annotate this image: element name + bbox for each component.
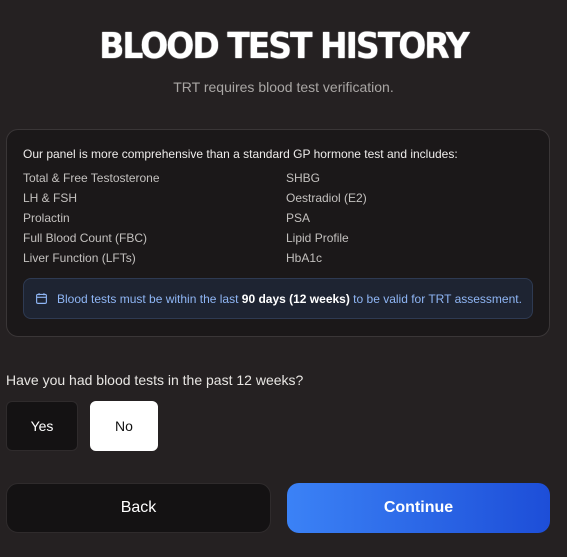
blood-test-question: Have you had blood tests in the past 12 … — [6, 372, 304, 388]
test-item: Total & Free Testosterone — [23, 171, 160, 185]
test-item: Full Blood Count (FBC) — [23, 231, 148, 245]
test-item: Prolactin — [23, 211, 70, 225]
page-title: BLOOD TEST HISTORY — [99, 24, 470, 67]
test-item: Lipid Profile — [286, 231, 349, 245]
test-item: Oestradiol (E2) — [286, 191, 367, 205]
blood-test-history-page: BLOOD TEST HISTORY TRT requires blood te… — [0, 0, 567, 557]
test-item: SHBG — [286, 171, 321, 185]
notice-text-after: to be valid for TRT assessment. — [349, 291, 522, 306]
continue-button[interactable]: Continue — [287, 483, 550, 533]
notice-text-before: Blood tests must be within the last — [57, 291, 242, 306]
calendar-icon — [36, 293, 47, 304]
yes-option-button[interactable]: Yes — [6, 401, 78, 451]
test-item: PSA — [286, 211, 311, 225]
validity-notice: Blood tests must be within the last 90 d… — [23, 278, 533, 319]
notice-text-bold: 90 days (12 weeks) — [241, 291, 350, 306]
test-item: LH & FSH — [23, 191, 78, 205]
no-option-button[interactable]: No — [90, 401, 158, 451]
blood-panel-info-card: Our panel is more comprehensive than a s… — [6, 129, 550, 337]
test-item: Liver Function (LFTs) — [23, 251, 136, 265]
notice-text: Blood tests must be within the last 90 d… — [57, 292, 522, 306]
panel-intro-text: Our panel is more comprehensive than a s… — [23, 147, 458, 161]
back-button[interactable]: Back — [6, 483, 271, 533]
test-item: HbA1c — [286, 251, 323, 265]
test-list: Total & Free Testosterone SHBG LH & FSH … — [23, 171, 543, 265]
page-subtitle: TRT requires blood test verification. — [173, 79, 394, 95]
